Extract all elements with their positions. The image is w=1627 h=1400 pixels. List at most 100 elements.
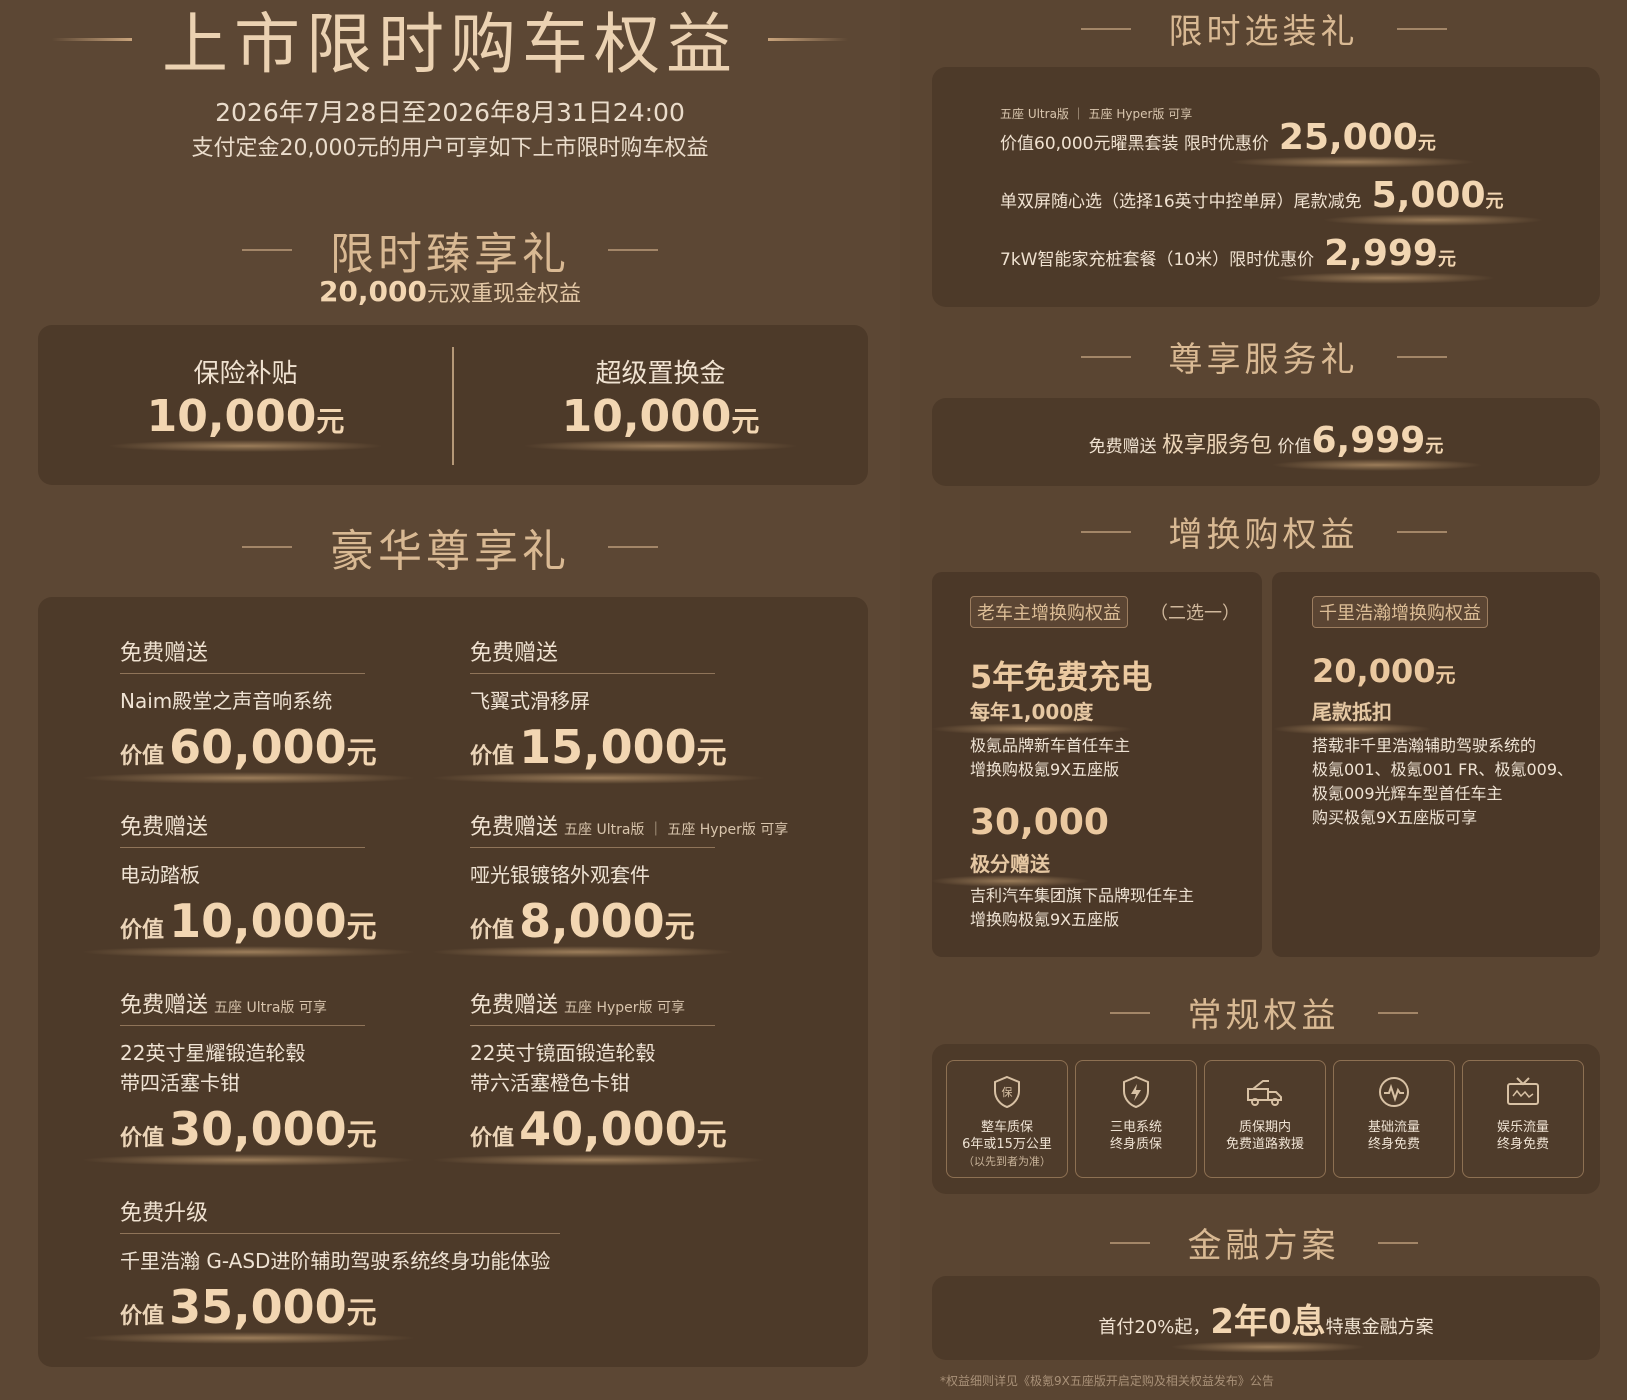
service-value-number: 6,999 xyxy=(1311,420,1426,461)
perk-line2: 6年或15万公里 xyxy=(962,1137,1052,1152)
gift-value: 价值 30,000元 xyxy=(80,1102,417,1166)
gift-value-number: 15,000 xyxy=(519,720,697,774)
perk-line1: 基础流量 xyxy=(1367,1120,1420,1135)
option-text: 单双屏随心选（选择16英寸中控单屏）尾款减免 xyxy=(1000,192,1362,212)
gift-name: Naim殿堂之声音响系统 xyxy=(120,689,333,713)
shield-bolt-icon xyxy=(1076,1075,1196,1109)
gift-value-prefix: 价值 xyxy=(470,918,515,943)
section-line-right xyxy=(608,249,658,251)
gift-head-text: 免费赠送 xyxy=(120,641,209,666)
insurance-subsidy-label: 保险补贴 xyxy=(193,359,298,389)
service-value-unit: 元 xyxy=(1425,436,1444,457)
owner-tradein-card: 老车主增换购权益 （二选一） 5年免费充电 每年1,000度 极氪品牌新车首任车… xyxy=(929,572,1262,957)
tv-wave-icon xyxy=(1463,1075,1583,1109)
service-prefix: 免费赠送 xyxy=(1088,437,1157,457)
exclusive-subtitle: 20,000元双重现金权益 xyxy=(0,275,900,308)
luxury-title-text: 豪华尊享礼 xyxy=(330,526,570,577)
signal-pulse-icon xyxy=(1334,1075,1454,1109)
gasd-tradein-unit: 元 xyxy=(1435,663,1456,687)
exclusive-subtitle-text: 元双重现金权益 xyxy=(427,282,582,307)
deposit-condition: 支付定金20,000元的用户可享如下上市限时购车权益 xyxy=(191,136,709,161)
gift-name-line1: 22英寸星耀锻造轮毂 xyxy=(120,1041,306,1065)
perk-text: 娱乐流量 终身免费 xyxy=(1463,1119,1583,1153)
gift-name: 22英寸星耀锻造轮毂 带四活塞卡钳 xyxy=(120,1038,377,1098)
insurance-subsidy-number: 10,000 xyxy=(146,391,317,442)
free-charging-desc-2: 增换购极氪9X五座版 xyxy=(970,760,1120,779)
svg-text:保: 保 xyxy=(1002,1085,1013,1099)
regular-section-title: 常规权益 xyxy=(900,988,1627,1037)
gift-value: 价值 15,000元 xyxy=(430,720,767,784)
gift-head: 免费赠送 xyxy=(470,635,715,674)
finance-title-text: 金融方案 xyxy=(1187,1226,1340,1266)
section-line-left xyxy=(1080,355,1131,358)
finance-highlight: 2年0息 xyxy=(1170,1294,1367,1353)
option-text: 7kW智能家充桩套餐（10米）限时优惠价 xyxy=(1000,250,1315,270)
finance-section-title: 金融方案 xyxy=(900,1218,1627,1267)
gift-name: 哑光银镀铬外观套件 xyxy=(470,863,650,887)
section-line-right xyxy=(1396,355,1447,358)
points-desc-2: 增换购极氪9X五座版 xyxy=(970,910,1120,929)
gasd-tradein-desc-3: 极氪009光辉车型首任车主 xyxy=(1312,784,1503,803)
perk-text: 质保期内 免费道路救援 xyxy=(1205,1119,1325,1153)
gift-head: 免费赠送 五座 Ultra版 ｜ 五座 Hyper版 可享 xyxy=(470,809,788,848)
options-section-title: 限时选装礼 xyxy=(900,4,1627,53)
section-line-right xyxy=(1377,1241,1418,1244)
gasd-tradein-desc-4: 购买极氪9X五座版可享 xyxy=(1312,808,1478,827)
gift-head-text: 免费赠送 xyxy=(470,641,559,666)
regular-title-text: 常规权益 xyxy=(1187,996,1340,1036)
gift-head: 免费升级 xyxy=(120,1195,560,1234)
gift-value: 价值 10,000元 xyxy=(80,894,417,958)
gift-head-text: 免费赠送 xyxy=(470,993,559,1018)
points-number: 30,000 xyxy=(970,802,1109,843)
gift-name: 千里浩瀚 G-ASD进阶辅助驾驶系统终身功能体验 xyxy=(120,1249,551,1273)
gift-value: 价值 40,000元 xyxy=(430,1102,767,1166)
section-line-left xyxy=(1109,1241,1150,1244)
gift-edition-tag: 五座 Ultra版 可享 xyxy=(214,1000,327,1016)
option-value-number: 5,000 xyxy=(1371,175,1486,216)
perk-line1: 质保期内 xyxy=(1238,1120,1291,1135)
service-section-title: 尊享服务礼 xyxy=(900,332,1627,381)
option-text: 价值60,000元曜黑套装 限时优惠价 xyxy=(1000,134,1269,154)
option-charger: 7kW智能家充桩套餐（10米）限时优惠价 2,999元 xyxy=(1000,233,1496,284)
gift-naim-audio: 免费赠送 Naim殿堂之声音响系统 价值 60,000元 xyxy=(80,635,417,784)
service-package-name: 极享服务包 xyxy=(1162,433,1273,458)
choose-one-note: （二选一） xyxy=(1150,603,1240,624)
gift-value-prefix: 价值 xyxy=(120,918,165,943)
gift-name-line1: 22英寸镜面锻造轮毂 xyxy=(470,1041,656,1065)
free-charging-title: 5年免费充电 xyxy=(970,658,1153,696)
gift-head: 免费赠送 xyxy=(120,635,365,674)
gift-value: 价值 35,000元 xyxy=(80,1280,417,1344)
perk-line1: 三电系统 xyxy=(1109,1120,1162,1135)
perk-line1: 整车质保 xyxy=(980,1120,1033,1135)
gift-value-prefix: 价值 xyxy=(470,1126,515,1151)
tow-truck-icon xyxy=(1205,1075,1325,1109)
gift-value-number: 40,000 xyxy=(519,1102,697,1156)
perk-text: 基础流量 终身免费 xyxy=(1334,1119,1454,1153)
options-panel: 五座 Ultra版 ｜ 五座 Hyper版 可享 价值60,000元曜黑套装 限… xyxy=(932,67,1600,307)
section-line-right xyxy=(1396,27,1447,30)
section-line-left xyxy=(242,546,292,548)
shield-bao-icon: 保 xyxy=(947,1075,1067,1109)
tradein-title-text: 增换购权益 xyxy=(1168,515,1359,555)
trade-in-bonus-number: 10,000 xyxy=(561,391,732,442)
gift-value-number: 35,000 xyxy=(169,1280,347,1334)
gift-name-line2: 带六活塞橙色卡钳 xyxy=(470,1071,630,1095)
section-line-left xyxy=(1109,1011,1150,1014)
right-column: 限时选装礼 五座 Ultra版 ｜ 五座 Hyper版 可享 价值60,000元… xyxy=(900,0,1627,1400)
gift-power-step: 免费赠送 电动踏板 价值 10,000元 xyxy=(80,809,417,958)
gasd-tradein-desc-2: 极氪001、极氪001 FR、极氪009、 xyxy=(1312,760,1574,779)
points-sub: 极分赠送 xyxy=(930,848,1090,887)
gift-head: 免费赠送 xyxy=(120,809,365,848)
exclusive-title-text: 限时臻享礼 xyxy=(330,229,570,280)
gift-edition-tag: 五座 Hyper版 可享 xyxy=(564,1000,685,1016)
gift-mirror-wheels: 免费赠送 五座 Hyper版 可享 22英寸镜面锻造轮毂 带六活塞橙色卡钳 价值 4… xyxy=(430,987,767,1166)
service-line: 免费赠送 极享服务包 价值6,999元 xyxy=(932,420,1600,471)
luxury-gifts-panel: 免费赠送 Naim殿堂之声音响系统 价值 60,000元 免费赠送 飞翼式滑移屏… xyxy=(38,597,868,1367)
perk-road-rescue: 质保期内 免费道路救援 xyxy=(1204,1060,1326,1178)
gift-value-unit: 元 xyxy=(664,910,695,945)
gift-value-prefix: 价值 xyxy=(120,744,165,769)
main-title: 上市限时购车权益 xyxy=(0,0,900,83)
perk-entertainment-data: 娱乐流量 终身免费 xyxy=(1462,1060,1584,1178)
gift-edition-tag: 五座 Ultra版 ｜ 五座 Hyper版 可享 xyxy=(564,822,789,838)
gasd-tradein-card: 千里浩瀚增换购权益 20,000元 尾款抵扣 搭载非千里浩瀚辅助驾驶系统的 极氪… xyxy=(1272,572,1600,957)
